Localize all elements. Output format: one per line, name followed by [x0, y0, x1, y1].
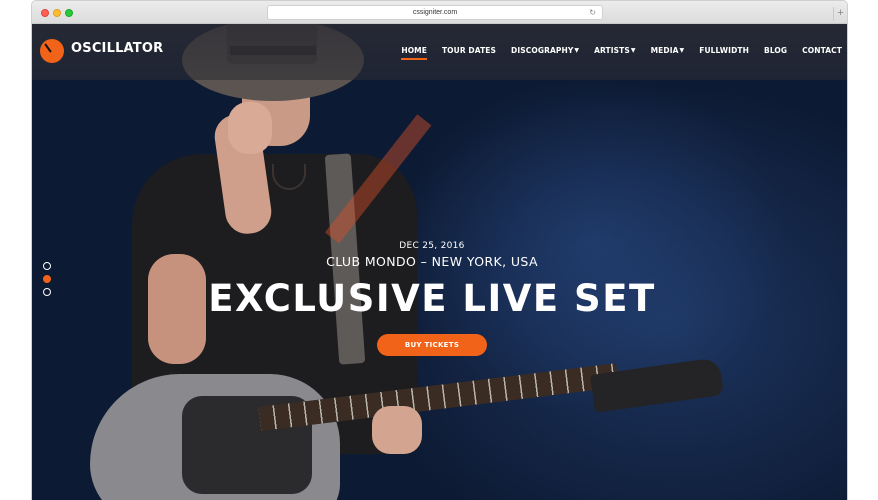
zoom-window-button[interactable]	[65, 9, 73, 17]
browser-titlebar: cssigniter.com ↻ +	[32, 1, 847, 24]
reload-icon[interactable]: ↻	[589, 6, 596, 19]
url-text: cssigniter.com	[412, 9, 458, 16]
address-bar[interactable]: cssigniter.com ↻	[267, 5, 603, 20]
hero-photo-fret-hand	[372, 406, 422, 454]
nav-item-discography[interactable]: DISCOGRAPHY▼	[511, 46, 579, 55]
nav-item-home[interactable]: HOME	[401, 46, 427, 60]
nav-item-contact[interactable]: CONTACT	[802, 46, 842, 55]
chevron-down-icon: ▼	[574, 47, 580, 54]
nav-item-media[interactable]: MEDIA▼	[651, 46, 685, 55]
nav-item-fullwidth[interactable]: FULLWIDTH	[699, 46, 749, 55]
logo-icon[interactable]	[40, 39, 64, 63]
main-nav: HOME TOUR DATES DISCOGRAPHY▼ ARTISTS▼ ME…	[401, 46, 842, 60]
chevron-down-icon: ▼	[679, 47, 685, 54]
nav-item-tour-dates[interactable]: TOUR DATES	[442, 46, 496, 55]
page-viewport: OSCILLATOR HOME TOUR DATES DISCOGRAPHY▼ …	[32, 24, 847, 500]
buy-tickets-button[interactable]: BUY TICKETS	[376, 334, 488, 356]
site-logo[interactable]: OSCILLATOR	[71, 41, 163, 56]
event-venue: CLUB MONDO – NEW YORK, USA	[326, 254, 538, 269]
site-header: OSCILLATOR HOME TOUR DATES DISCOGRAPHY▼ …	[32, 24, 847, 80]
nav-item-blog[interactable]: BLOG	[764, 46, 787, 55]
slider-dot[interactable]	[43, 288, 51, 296]
chevron-down-icon: ▼	[630, 47, 636, 54]
event-date: DEC 25, 2016	[399, 241, 465, 251]
hero-caption: DEC 25, 2016 CLUB MONDO – NEW YORK, USA …	[142, 241, 722, 356]
nav-item-artists[interactable]: ARTISTS▼	[594, 46, 636, 55]
hero-photo-hand	[228, 102, 272, 154]
plus-icon[interactable]: +	[833, 7, 847, 21]
close-window-button[interactable]	[41, 9, 49, 17]
slider-pagination	[43, 262, 51, 296]
browser-window: cssigniter.com ↻ + OSCILLATOR HOME TOUR …	[31, 0, 848, 500]
slider-dot[interactable]	[43, 262, 51, 270]
minimize-window-button[interactable]	[53, 9, 61, 17]
hero-headline: EXCLUSIVE LIVE SET	[208, 277, 656, 320]
slider-dot-active[interactable]	[43, 275, 51, 283]
